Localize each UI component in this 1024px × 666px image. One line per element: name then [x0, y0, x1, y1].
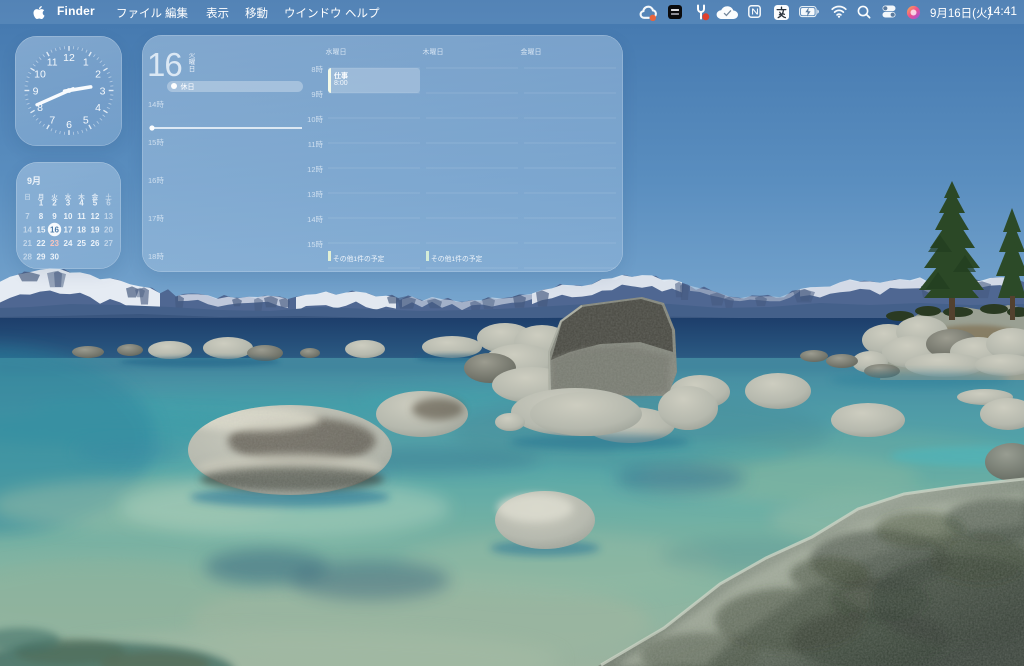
svg-text:16: 16 — [50, 226, 59, 235]
svg-text:11: 11 — [47, 56, 58, 68]
svg-text:9: 9 — [52, 212, 57, 221]
svg-text:4: 4 — [95, 102, 101, 114]
svg-text:6: 6 — [106, 199, 111, 208]
svg-text:12: 12 — [91, 212, 100, 221]
svg-text:10: 10 — [64, 212, 73, 221]
svg-text:日: 日 — [24, 193, 31, 201]
svg-text:3: 3 — [66, 199, 71, 208]
svg-text:19: 19 — [91, 226, 100, 235]
svg-text:13: 13 — [104, 212, 113, 221]
svg-text:6: 6 — [66, 119, 72, 131]
svg-text:20: 20 — [104, 226, 113, 235]
svg-text:29: 29 — [37, 253, 46, 262]
svg-text:17: 17 — [64, 226, 73, 235]
svg-text:9: 9 — [33, 85, 39, 97]
svg-text:18: 18 — [77, 226, 86, 235]
svg-text:27: 27 — [104, 239, 113, 248]
svg-text:26: 26 — [91, 239, 100, 248]
svg-text:4: 4 — [79, 199, 84, 208]
svg-text:2: 2 — [52, 199, 57, 208]
svg-text:28: 28 — [23, 253, 32, 262]
svg-text:3: 3 — [100, 85, 106, 97]
svg-text:2: 2 — [95, 69, 101, 81]
svg-text:15: 15 — [37, 226, 46, 235]
svg-text:7: 7 — [49, 114, 55, 126]
svg-text:21: 21 — [23, 239, 32, 248]
svg-text:5: 5 — [93, 199, 98, 208]
svg-text:7: 7 — [25, 212, 30, 221]
svg-text:11: 11 — [77, 212, 86, 221]
svg-text:1: 1 — [83, 56, 89, 68]
svg-text:1: 1 — [39, 199, 44, 208]
svg-text:25: 25 — [77, 239, 86, 248]
svg-text:22: 22 — [37, 239, 46, 248]
svg-text:9月: 9月 — [27, 176, 41, 186]
svg-text:23: 23 — [50, 239, 59, 248]
svg-text:12: 12 — [63, 52, 75, 64]
svg-text:30: 30 — [50, 253, 59, 262]
svg-text:5: 5 — [83, 114, 89, 126]
svg-text:24: 24 — [64, 239, 73, 248]
svg-text:8: 8 — [39, 212, 44, 221]
svg-text:14: 14 — [23, 226, 32, 235]
svg-text:10: 10 — [34, 69, 46, 81]
